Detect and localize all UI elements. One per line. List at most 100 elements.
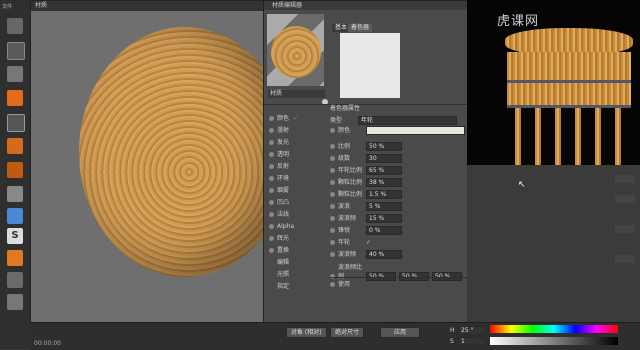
section-title: 着色器属性 <box>330 105 361 112</box>
prop-rings-toggle[interactable]: 年轮 ✓ <box>330 238 470 247</box>
apply-button[interactable]: 应用 <box>380 327 420 338</box>
snap-icon[interactable] <box>7 208 23 224</box>
prop-wave-scale[interactable]: 波浪频比例50 %50 %50 % <box>330 263 470 281</box>
prop-sharpness[interactable]: 锋锐 0 % <box>330 226 470 235</box>
prop-dot-icon <box>330 192 335 197</box>
channel-dot-icon <box>269 212 274 217</box>
channel-dot-icon <box>269 128 274 133</box>
channel-dot-icon <box>269 140 274 145</box>
channel-alpha[interactable]: Alpha <box>269 222 329 231</box>
polygons-icon[interactable] <box>7 162 23 178</box>
channel-normal[interactable]: 法线 <box>269 210 329 219</box>
channel-dot-icon <box>269 224 274 229</box>
coordinate-mode-dropdown[interactable]: 对象 (相对) <box>286 327 327 338</box>
channel-editor[interactable]: 编辑 <box>269 258 337 267</box>
prop-wave-freq[interactable]: 波浪频 15 % <box>330 214 470 223</box>
axis-icon[interactable] <box>7 186 23 202</box>
channel-dot-icon <box>269 152 274 157</box>
channel-assign[interactable]: 指定 <box>269 282 337 291</box>
checkbox[interactable]: ✓ <box>366 239 371 246</box>
panel-control[interactable] <box>615 255 635 263</box>
prop-dot-icon <box>330 228 335 233</box>
grid-icon[interactable] <box>7 294 23 310</box>
channel-glow[interactable]: 辉光 <box>269 234 329 243</box>
channel-dot-icon <box>269 164 274 169</box>
channel-dot-icon <box>269 176 274 181</box>
file-menu[interactable]: 文件 <box>2 3 12 10</box>
h-label: H <box>450 327 455 334</box>
material-preview[interactable] <box>267 14 324 86</box>
undo-icon[interactable] <box>7 18 23 34</box>
channel-dot-icon <box>269 188 274 193</box>
prop-dot-icon <box>330 180 335 185</box>
channel-dot-icon <box>269 236 274 241</box>
prop-dot-icon <box>330 240 335 245</box>
color-swatch[interactable] <box>366 126 465 135</box>
channel-dot-icon <box>269 248 274 253</box>
prop-grain-scale[interactable]: 颗粒比例 38 % <box>330 178 470 187</box>
viewport[interactable]: 材质 <box>30 0 264 332</box>
channel-dot-icon <box>269 200 274 205</box>
prop-use[interactable]: 使用 <box>330 280 470 289</box>
lock-icon[interactable] <box>7 272 23 288</box>
s-value-field[interactable]: 1 <box>458 337 486 346</box>
watermark-text: 虎课网 <box>497 14 540 29</box>
metal-band <box>507 80 631 83</box>
wood-sphere-render <box>79 27 263 277</box>
panel-control[interactable] <box>615 175 635 183</box>
prop-dot-icon <box>330 282 335 287</box>
divider <box>264 104 469 105</box>
magnet-icon[interactable] <box>7 250 23 266</box>
material-editor: 材质编辑器 材质 基本 着色器 着色器属性 颜色 ✓ 漫射 发光 透明 反射 环境… <box>263 0 477 332</box>
model-mode-icon[interactable] <box>7 42 25 60</box>
channel-diffuse[interactable]: 漫射 <box>269 126 329 135</box>
panel-control[interactable] <box>615 225 635 233</box>
prop-dot-icon <box>330 216 335 221</box>
s-label: S <box>450 338 454 345</box>
check-icon[interactable]: ✓ <box>293 115 298 122</box>
prop-color[interactable]: 颜色 <box>330 126 470 135</box>
channel-dot-icon <box>269 116 274 121</box>
h-value-field[interactable]: 25 ° <box>458 326 486 335</box>
preview-sphere <box>271 26 321 78</box>
channel-displacement[interactable]: 置换 <box>269 246 329 255</box>
tab-shader[interactable]: 着色器 <box>348 24 373 32</box>
prop-dot-icon <box>330 168 335 173</box>
table-leg <box>535 108 541 165</box>
prop-dot-icon <box>330 252 335 257</box>
prop-levels[interactable]: 级数 30 <box>330 154 470 163</box>
s-tool-icon[interactable]: S <box>7 228 23 244</box>
prop-scale[interactable]: 比例 50 % <box>330 142 470 151</box>
channel-transparency[interactable]: 透明 <box>269 150 329 159</box>
cube-icon[interactable] <box>7 66 23 82</box>
channel-illumination[interactable]: 光照 <box>269 270 337 279</box>
material-name-field[interactable]: 材质 <box>268 90 325 98</box>
points-icon[interactable] <box>7 114 25 132</box>
reference-image: 虎课网 <box>467 0 640 165</box>
timecode: 00:00:00 <box>34 340 61 347</box>
table-leg <box>575 108 581 165</box>
editor-title: 材质编辑器 <box>264 1 477 10</box>
prop-type[interactable]: 类型 年轮 <box>330 116 470 125</box>
channel-environment[interactable]: 环境 <box>269 174 329 183</box>
saturation-slider[interactable] <box>490 337 618 345</box>
prop-wave-freq-2[interactable]: 波浪频 40 % <box>330 250 470 259</box>
prop-ring-scale[interactable]: 年轮比例 65 % <box>330 166 470 175</box>
left-toolbar: 文件 S <box>0 0 31 349</box>
prop-wave[interactable]: 波浪 5 % <box>330 202 470 211</box>
prop-dot-icon <box>330 204 335 209</box>
edges-icon[interactable] <box>7 138 23 154</box>
size-mode-dropdown[interactable]: 绝对尺寸 <box>330 327 365 338</box>
prop-grain-scale-2[interactable]: 颗粒比例 1.5 % <box>330 190 470 199</box>
table-leg <box>555 108 561 165</box>
shader-preview-swatch <box>340 33 400 98</box>
channel-color[interactable]: 颜色 ✓ <box>269 114 329 123</box>
hue-slider[interactable] <box>490 325 618 333</box>
panel-control[interactable] <box>615 195 635 203</box>
channel-fog[interactable]: 烟雾 <box>269 186 329 195</box>
channel-bump[interactable]: 凹凸 <box>269 198 329 207</box>
channel-reflection[interactable]: 反射 <box>269 162 329 171</box>
checkered-icon[interactable] <box>7 90 23 106</box>
channel-luminance[interactable]: 发光 <box>269 138 329 147</box>
prop-dot-icon <box>330 156 335 161</box>
